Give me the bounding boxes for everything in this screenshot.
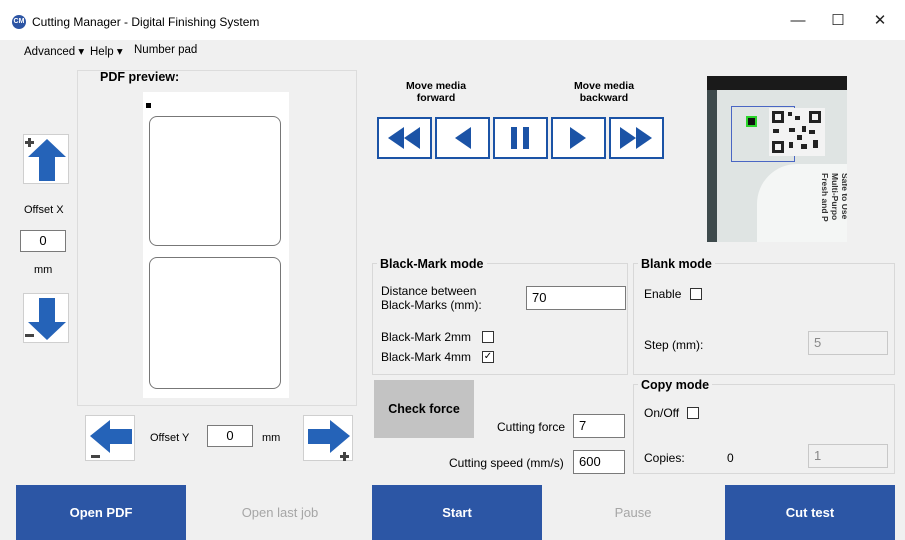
offset-x-input[interactable]: 0 <box>20 230 66 252</box>
move-backward-label: Move media backward <box>573 80 635 104</box>
blackmark-2mm-label: Black-Mark 2mm <box>381 330 472 344</box>
maximize-button[interactable]: ☐ <box>818 6 858 36</box>
menu-help[interactable]: Help ▾ <box>90 44 123 58</box>
check-force-button[interactable]: Check force <box>374 380 474 438</box>
offset-x-unit: mm <box>34 264 53 276</box>
title-bar: CM Cutting Manager - Digital Finishing S… <box>0 0 905 40</box>
copy-onoff-label: On/Off <box>644 406 680 420</box>
offset-x-label: Offset X <box>24 204 64 216</box>
start-button[interactable]: Start <box>372 485 542 540</box>
cut-test-button[interactable]: Cut test <box>725 485 895 540</box>
right-arrow-icon <box>570 127 586 149</box>
cutting-speed-input[interactable]: 600 <box>573 450 625 474</box>
open-pdf-button[interactable]: Open PDF <box>16 485 186 540</box>
copy-onoff-checkbox[interactable] <box>687 407 699 419</box>
copy-mode-title: Copy mode <box>638 378 713 392</box>
camera-view: Safe to Use Multi-Purpo Fresh and P <box>707 76 847 242</box>
app-logo-icon: CM <box>12 15 26 29</box>
step-forward-media-button[interactable] <box>435 117 490 159</box>
open-last-job-button[interactable]: Open last job <box>195 485 365 540</box>
pause-button[interactable]: Pause <box>548 485 718 540</box>
move-forward-label: Move media forward <box>405 80 467 104</box>
menu-number-pad[interactable]: Number pad <box>134 44 197 56</box>
camera-sticker-text: Safe to Use Multi-Purpo Fresh and P <box>820 173 847 222</box>
cutting-force-input[interactable]: 7 <box>573 414 625 438</box>
arrow-down-minus-icon <box>25 298 66 340</box>
copies-input[interactable]: 1 <box>808 444 888 468</box>
arrow-up-plus-icon <box>25 138 66 181</box>
detected-mark <box>746 116 757 127</box>
pause-icon <box>511 127 529 149</box>
offset-x-plus-button[interactable] <box>23 134 69 184</box>
window-title: Cutting Manager - Digital Finishing Syst… <box>32 15 260 29</box>
preview-label-2 <box>149 257 281 389</box>
preview-label-1 <box>149 116 281 246</box>
arrow-right-plus-icon <box>308 420 350 461</box>
blank-enable-label: Enable <box>644 287 682 301</box>
offset-y-input[interactable]: 0 <box>207 425 253 447</box>
offset-y-unit: mm <box>262 432 281 444</box>
black-mark <box>146 103 151 108</box>
blackmark-2mm-checkbox[interactable] <box>482 331 494 343</box>
blank-mode-title: Blank mode <box>638 257 715 271</box>
blackmark-title: Black-Mark mode <box>377 257 487 271</box>
distance-input[interactable]: 70 <box>526 286 626 310</box>
distance-label: Distance between Black-Marks (mm): <box>381 284 482 312</box>
left-arrow-icon <box>455 127 471 149</box>
double-right-arrow-icon <box>620 127 652 149</box>
pause-media-button[interactable] <box>493 117 548 159</box>
minimize-button[interactable]: — <box>778 6 818 36</box>
cutting-manager-window: CM Cutting Manager - Digital Finishing S… <box>0 0 905 540</box>
cutting-speed-label: Cutting speed (mm/s) <box>449 456 564 470</box>
offset-x-minus-button[interactable] <box>23 293 69 343</box>
menu-bar: Advanced ▾ Help ▾ Number pad <box>0 40 905 62</box>
copies-label: Copies: <box>644 451 685 465</box>
pdf-preview-page <box>143 92 289 398</box>
blank-mode-group <box>633 263 895 375</box>
offset-y-plus-button[interactable] <box>303 415 353 461</box>
close-button[interactable]: ✕ <box>860 6 900 36</box>
blackmark-4mm-label: Black-Mark 4mm <box>381 350 472 364</box>
pdf-preview-label: PDF preview: <box>100 70 180 84</box>
step-backward-media-button[interactable] <box>551 117 606 159</box>
copies-count: 0 <box>727 451 734 465</box>
double-left-arrow-icon <box>388 127 420 149</box>
fast-forward-media-button[interactable] <box>377 117 432 159</box>
menu-advanced[interactable]: Advanced ▾ <box>24 44 84 58</box>
fast-backward-media-button[interactable] <box>609 117 664 159</box>
qr-code-icon <box>769 108 825 156</box>
blank-step-label: Step (mm): <box>644 338 704 352</box>
offset-y-label: Offset Y <box>150 432 190 444</box>
blank-step-input[interactable]: 5 <box>808 331 888 355</box>
blackmark-4mm-checkbox[interactable]: ✓ <box>482 351 494 363</box>
arrow-left-minus-icon <box>90 420 132 458</box>
offset-y-minus-button[interactable] <box>85 415 135 461</box>
blank-enable-checkbox[interactable] <box>690 288 702 300</box>
cutting-force-label: Cutting force <box>497 420 566 434</box>
